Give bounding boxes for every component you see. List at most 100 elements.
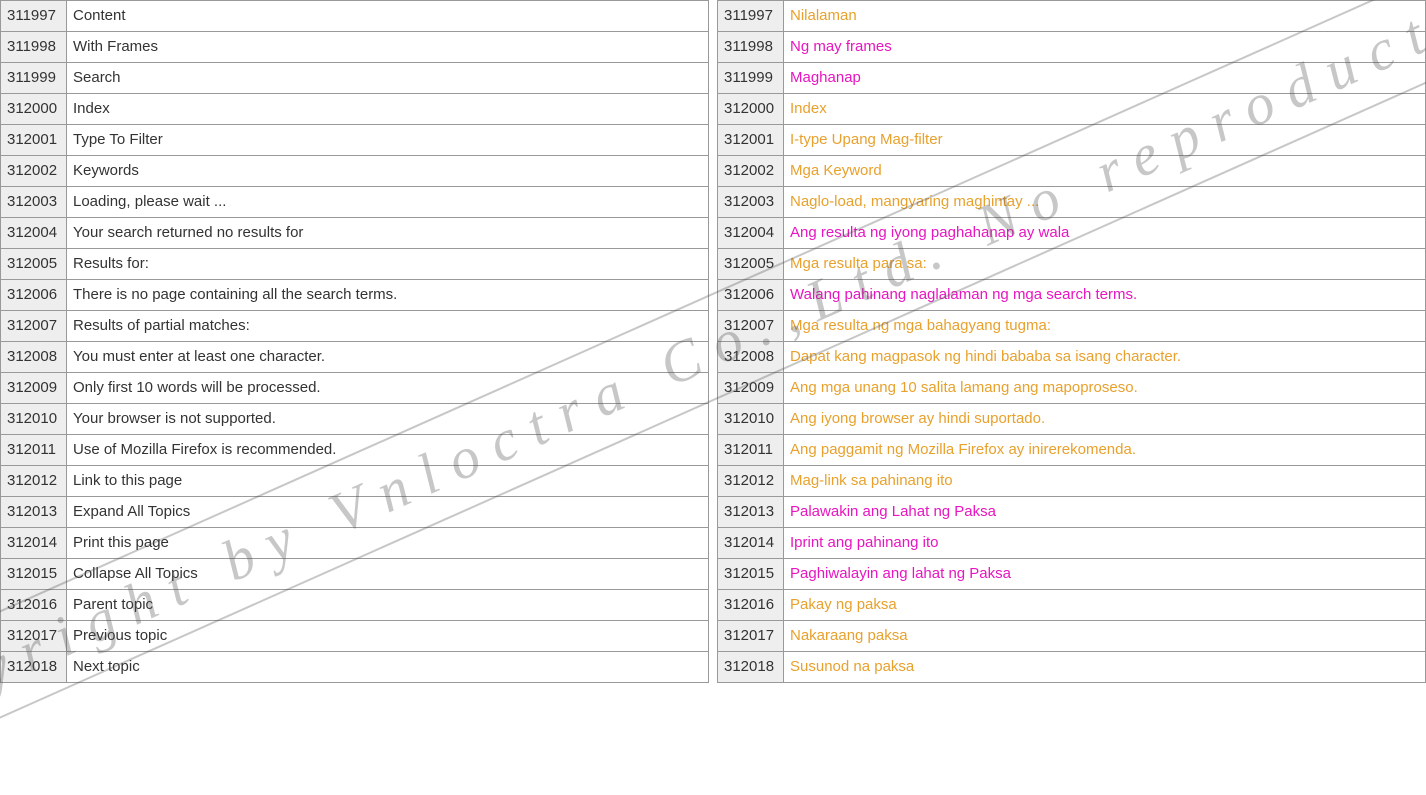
target-text[interactable]: Paghiwalayin ang lahat ng Paksa [784, 559, 1426, 590]
target-pane: 311997Nilalaman311998Ng may frames311999… [717, 0, 1426, 683]
table-row[interactable]: 312008You must enter at least one charac… [1, 342, 709, 373]
table-row[interactable]: 312002Keywords [1, 156, 709, 187]
source-text[interactable]: Keywords [67, 156, 709, 187]
table-row[interactable]: 312016Pakay ng paksa [718, 590, 1426, 621]
target-text[interactable]: Nilalaman [784, 1, 1426, 32]
target-text[interactable]: Dapat kang magpasok ng hindi bababa sa i… [784, 342, 1426, 373]
source-text[interactable]: Results for: [67, 249, 709, 280]
target-text[interactable]: Walang pahinang naglalaman ng mga search… [784, 280, 1426, 311]
source-text[interactable]: With Frames [67, 32, 709, 63]
source-text[interactable]: There is no page containing all the sear… [67, 280, 709, 311]
row-id: 312003 [1, 187, 67, 218]
source-text[interactable]: Type To Filter [67, 125, 709, 156]
table-row[interactable]: 312000Index [1, 94, 709, 125]
row-id: 312008 [718, 342, 784, 373]
table-row[interactable]: 312012Mag-link sa pahinang ito [718, 466, 1426, 497]
row-id: 311997 [1, 1, 67, 32]
table-row[interactable]: 312000Index [718, 94, 1426, 125]
table-row[interactable]: 312018Next topic [1, 652, 709, 683]
source-text[interactable]: Index [67, 94, 709, 125]
table-row[interactable]: 312017Previous topic [1, 621, 709, 652]
target-text[interactable]: Ang iyong browser ay hindi suportado. [784, 404, 1426, 435]
row-id: 312014 [718, 528, 784, 559]
table-row[interactable]: 312014Print this page [1, 528, 709, 559]
table-row[interactable]: 312005Results for: [1, 249, 709, 280]
target-text[interactable]: Mga resulta ng mga bahagyang tugma: [784, 311, 1426, 342]
target-text[interactable]: Mga Keyword [784, 156, 1426, 187]
target-text[interactable]: Index [784, 94, 1426, 125]
target-text[interactable]: Susunod na paksa [784, 652, 1426, 683]
source-text[interactable]: Previous topic [67, 621, 709, 652]
row-id: 312010 [718, 404, 784, 435]
table-row[interactable]: 312009Ang mga unang 10 salita lamang ang… [718, 373, 1426, 404]
source-text[interactable]: You must enter at least one character. [67, 342, 709, 373]
target-text[interactable]: Nakaraang paksa [784, 621, 1426, 652]
target-text[interactable]: Mag-link sa pahinang ito [784, 466, 1426, 497]
source-text[interactable]: Your browser is not supported. [67, 404, 709, 435]
table-row[interactable]: 312011Ang paggamit ng Mozilla Firefox ay… [718, 435, 1426, 466]
table-row[interactable]: 312006There is no page containing all th… [1, 280, 709, 311]
table-row[interactable]: 311999Maghanap [718, 63, 1426, 94]
target-text[interactable]: Maghanap [784, 63, 1426, 94]
target-text[interactable]: Mga resulta para sa: [784, 249, 1426, 280]
target-text[interactable]: Ang resulta ng iyong paghahanap ay wala [784, 218, 1426, 249]
row-id: 312015 [718, 559, 784, 590]
row-id: 312006 [718, 280, 784, 311]
source-text[interactable]: Only first 10 words will be processed. [67, 373, 709, 404]
table-row[interactable]: 312012Link to this page [1, 466, 709, 497]
table-row[interactable]: 312001I-type Upang Mag-filter [718, 125, 1426, 156]
target-text[interactable]: Ang paggamit ng Mozilla Firefox ay inire… [784, 435, 1426, 466]
table-row[interactable]: 312015Paghiwalayin ang lahat ng Paksa [718, 559, 1426, 590]
source-text[interactable]: Search [67, 63, 709, 94]
source-text[interactable]: Expand All Topics [67, 497, 709, 528]
row-id: 311997 [718, 1, 784, 32]
table-row[interactable]: 312007Results of partial matches: [1, 311, 709, 342]
table-row[interactable]: 312011Use of Mozilla Firefox is recommen… [1, 435, 709, 466]
source-text[interactable]: Use of Mozilla Firefox is recommended. [67, 435, 709, 466]
row-id: 312005 [1, 249, 67, 280]
target-text[interactable]: Pakay ng paksa [784, 590, 1426, 621]
source-text[interactable]: Your search returned no results for [67, 218, 709, 249]
source-text[interactable]: Print this page [67, 528, 709, 559]
target-text[interactable]: Ang mga unang 10 salita lamang ang mapop… [784, 373, 1426, 404]
target-text[interactable]: Ng may frames [784, 32, 1426, 63]
target-text[interactable]: Palawakin ang Lahat ng Paksa [784, 497, 1426, 528]
table-row[interactable]: 312018Susunod na paksa [718, 652, 1426, 683]
target-text[interactable]: I-type Upang Mag-filter [784, 125, 1426, 156]
source-text[interactable]: Results of partial matches: [67, 311, 709, 342]
source-text[interactable]: Link to this page [67, 466, 709, 497]
table-row[interactable]: 312003Loading, please wait ... [1, 187, 709, 218]
source-text[interactable]: Content [67, 1, 709, 32]
table-row[interactable]: 311998With Frames [1, 32, 709, 63]
table-row[interactable]: 312009Only first 10 words will be proces… [1, 373, 709, 404]
table-row[interactable]: 312004Your search returned no results fo… [1, 218, 709, 249]
table-row[interactable]: 312010Your browser is not supported. [1, 404, 709, 435]
table-row[interactable]: 312006Walang pahinang naglalaman ng mga … [718, 280, 1426, 311]
source-text[interactable]: Loading, please wait ... [67, 187, 709, 218]
table-row[interactable]: 312008Dapat kang magpasok ng hindi babab… [718, 342, 1426, 373]
table-row[interactable]: 312013Palawakin ang Lahat ng Paksa [718, 497, 1426, 528]
source-text[interactable]: Parent topic [67, 590, 709, 621]
table-row[interactable]: 312013Expand All Topics [1, 497, 709, 528]
table-row[interactable]: 312005Mga resulta para sa: [718, 249, 1426, 280]
source-text[interactable]: Next topic [67, 652, 709, 683]
table-row[interactable]: 312016Parent topic [1, 590, 709, 621]
table-row[interactable]: 312014Iprint ang pahinang ito [718, 528, 1426, 559]
table-row[interactable]: 312007Mga resulta ng mga bahagyang tugma… [718, 311, 1426, 342]
table-row[interactable]: 312003Naglo-load, mangyaring maghintay .… [718, 187, 1426, 218]
table-row[interactable]: 312017Nakaraang paksa [718, 621, 1426, 652]
target-text[interactable]: Iprint ang pahinang ito [784, 528, 1426, 559]
table-row[interactable]: 312001Type To Filter [1, 125, 709, 156]
target-text[interactable]: Naglo-load, mangyaring maghintay ... [784, 187, 1426, 218]
table-row[interactable]: 312002Mga Keyword [718, 156, 1426, 187]
source-text[interactable]: Collapse All Topics [67, 559, 709, 590]
row-id: 311998 [1, 32, 67, 63]
table-row[interactable]: 311999Search [1, 63, 709, 94]
table-row[interactable]: 311998Ng may frames [718, 32, 1426, 63]
table-row[interactable]: 312004Ang resulta ng iyong paghahanap ay… [718, 218, 1426, 249]
target-table: 311997Nilalaman311998Ng may frames311999… [717, 0, 1426, 683]
table-row[interactable]: 311997Content [1, 1, 709, 32]
table-row[interactable]: 312015Collapse All Topics [1, 559, 709, 590]
table-row[interactable]: 311997Nilalaman [718, 1, 1426, 32]
table-row[interactable]: 312010Ang iyong browser ay hindi suporta… [718, 404, 1426, 435]
